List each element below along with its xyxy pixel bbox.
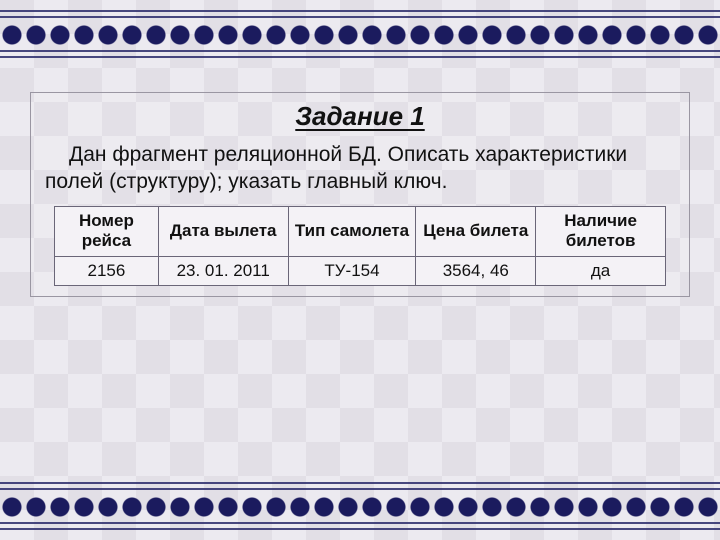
col-header: Дата вылета [158,206,288,256]
data-table: Номер рейса Дата вылета Тип самолета Цен… [54,206,666,286]
col-header: Наличие билетов [536,206,666,256]
table-row: 2156 23. 01. 2011 ТУ-154 3564, 46 да [55,256,666,285]
col-header: Номер рейса [55,206,159,256]
slide-description: Дан фрагмент реляционной БД. Описать хар… [31,138,689,206]
cell: да [536,256,666,285]
table-header-row: Номер рейса Дата вылета Тип самолета Цен… [55,206,666,256]
cell: 23. 01. 2011 [158,256,288,285]
slide-card: Задание 1 Дан фрагмент реляционной БД. О… [30,92,690,297]
slide-title: Задание 1 [31,93,689,138]
col-header: Цена билета [416,206,536,256]
cell: 2156 [55,256,159,285]
col-header: Тип самолета [288,206,416,256]
ornament-top [0,6,720,62]
cell: 3564, 46 [416,256,536,285]
ornament-bottom [0,478,720,534]
cell: ТУ-154 [288,256,416,285]
